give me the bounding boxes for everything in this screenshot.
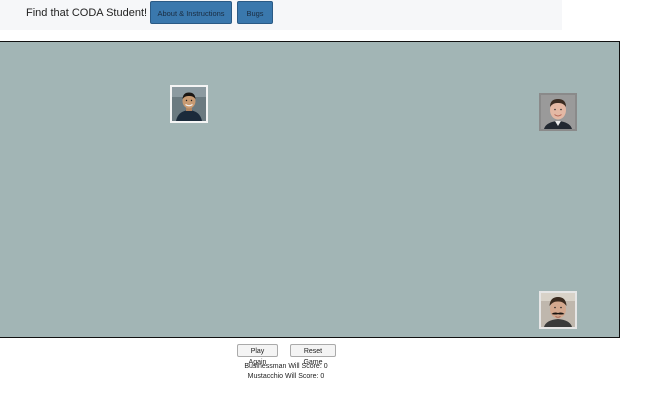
about-instructions-button[interactable]: About & Instructions	[150, 1, 232, 24]
play-again-button[interactable]: Play Again	[237, 344, 278, 366]
student-photo-smiling-man-icon[interactable]	[170, 85, 208, 123]
scoreboard: Businessman Will Score: 0 Mustacchio Wil…	[0, 362, 572, 382]
game-board[interactable]	[0, 41, 620, 338]
bugs-button[interactable]: Bugs	[237, 1, 273, 24]
businessman-will-photo-icon[interactable]	[539, 93, 577, 131]
mustacchio-will-photo-icon[interactable]	[539, 291, 577, 329]
app-title: Find that CODA Student!	[26, 7, 148, 19]
mustacchio-will-score: Mustacchio Will Score: 0	[247, 373, 325, 380]
businessman-will-score: Businessman Will Score: 0	[244, 363, 328, 370]
reset-game-button[interactable]: Reset Game	[290, 344, 336, 366]
game-controls: Play Again Reset Game	[0, 344, 620, 366]
top-navbar: Find that CODA Student! About & Instruct…	[0, 0, 562, 30]
